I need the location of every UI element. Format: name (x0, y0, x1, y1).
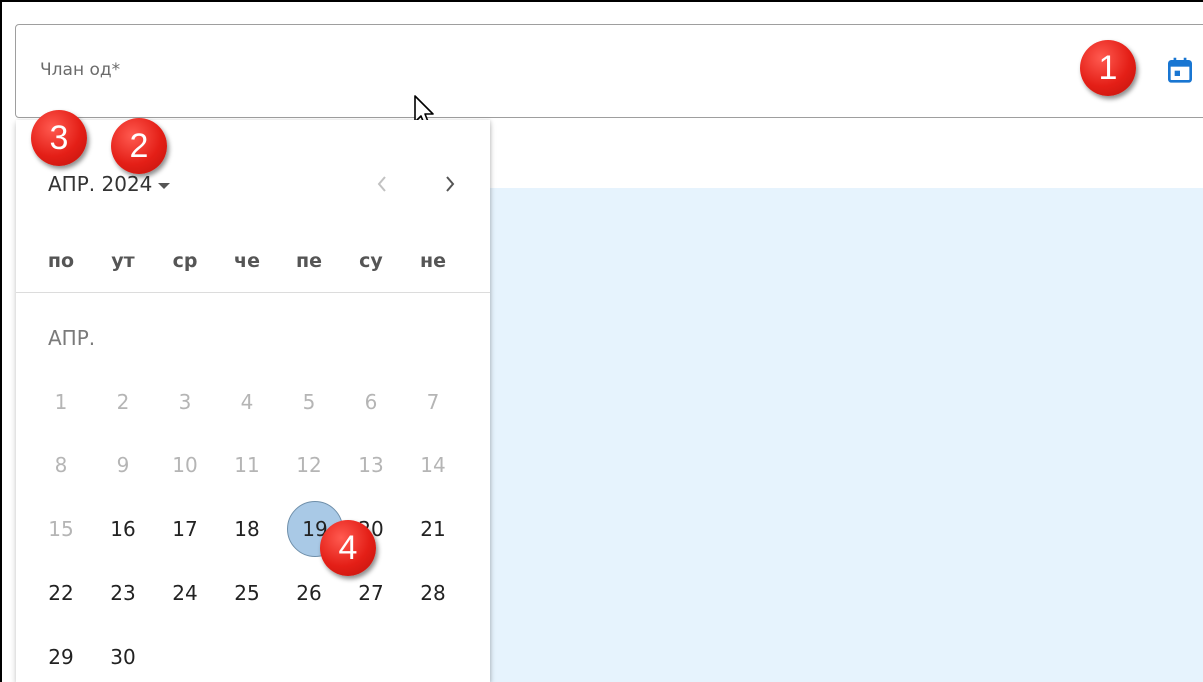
calendar-day: 10 (172, 453, 198, 477)
month-year-label: АПР. 2024 (48, 172, 153, 196)
chevron-right-icon (442, 174, 458, 198)
calendar-day: 9 (116, 453, 130, 477)
annotation-badge-4: 4 (320, 520, 376, 576)
calendar-day: 12 (296, 453, 322, 477)
annotation-badge-3: 3 (31, 110, 87, 166)
calendar-day[interactable]: 21 (409, 505, 457, 553)
calendar-day: 2 (116, 390, 130, 414)
weekday-header: су (359, 250, 383, 272)
caret-down-icon (158, 182, 171, 189)
weekday-header: ср (172, 250, 198, 272)
calendar-icon[interactable] (1164, 54, 1196, 86)
calendar-day[interactable]: 25 (223, 569, 271, 617)
calendar-day: 1 (54, 390, 68, 414)
weekday-header: ут (111, 250, 135, 272)
content-background (490, 188, 1203, 682)
calendar-day[interactable]: 18 (223, 505, 271, 553)
calendar-day[interactable]: 24 (161, 569, 209, 617)
calendar-day[interactable]: 17 (161, 505, 209, 553)
calendar-day: 6 (364, 390, 378, 414)
weekday-header: че (234, 250, 260, 272)
calendar-day: 3 (178, 390, 192, 414)
month-label: АПР. (48, 326, 96, 350)
calendar-day: 13 (358, 453, 384, 477)
calendar-day: 15 (48, 517, 74, 541)
calendar-day[interactable]: 27 (347, 569, 395, 617)
annotation-badge-1: 1 (1080, 40, 1136, 96)
member-since-date-field[interactable] (15, 24, 1203, 118)
previous-month-button[interactable] (364, 168, 400, 204)
weekday-header: пе (295, 250, 322, 272)
weekday-header: по (47, 250, 75, 272)
calendar-day[interactable]: 29 (37, 633, 85, 681)
date-picker-popup: АПР. 2024 по ут ср че пе су не АПР. 1 2 … (16, 120, 490, 682)
divider (16, 292, 490, 293)
month-year-selector[interactable]: АПР. 2024 (48, 172, 171, 196)
calendar-day: 8 (54, 453, 68, 477)
calendar-day: 11 (234, 453, 260, 477)
calendar-day: 14 (420, 453, 446, 477)
calendar-day[interactable]: 23 (99, 569, 147, 617)
calendar-day[interactable]: 28 (409, 569, 457, 617)
calendar-day[interactable]: 26 (285, 569, 333, 617)
member-since-label: Члан од* (40, 60, 121, 80)
calendar-day[interactable]: 22 (37, 569, 85, 617)
calendar-day[interactable]: 16 (99, 505, 147, 553)
weekday-header: не (419, 250, 446, 272)
calendar-day: 4 (240, 390, 254, 414)
next-month-button[interactable] (432, 168, 468, 204)
calendar-day[interactable]: 30 (99, 633, 147, 681)
calendar-day: 7 (426, 390, 440, 414)
chevron-left-icon (374, 174, 390, 198)
calendar-day: 5 (302, 390, 316, 414)
annotation-badge-2: 2 (111, 118, 167, 174)
